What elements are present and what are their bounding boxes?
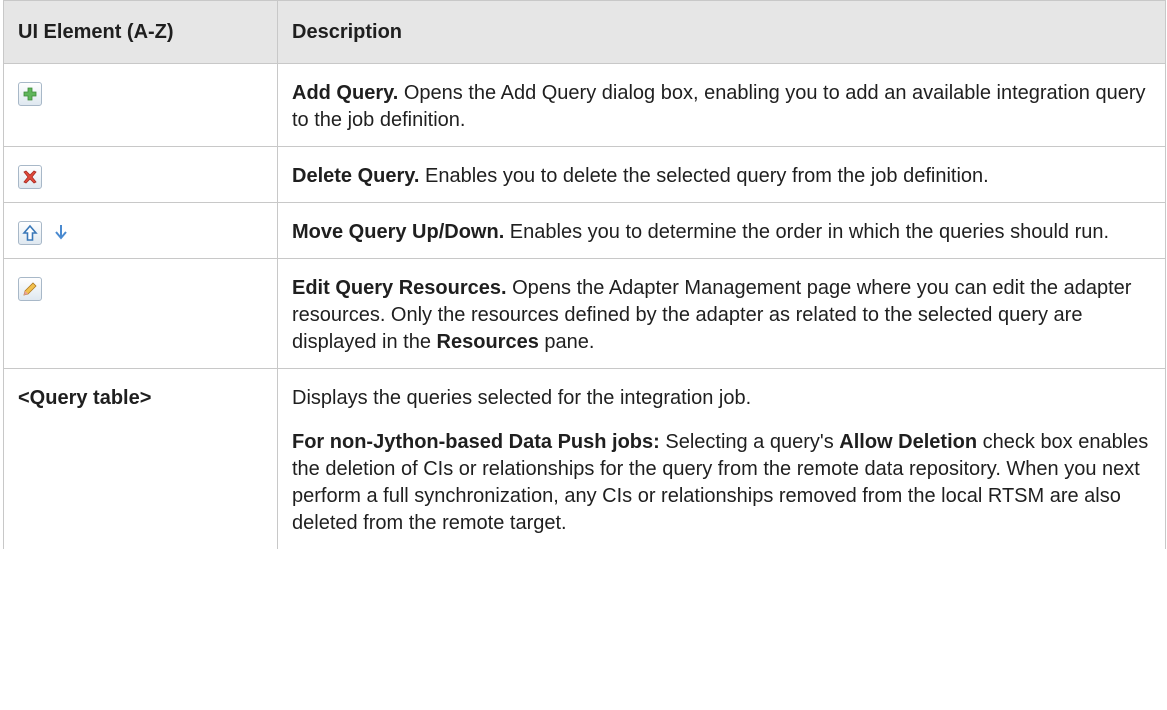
ui-element-cell bbox=[3, 258, 278, 369]
header-description: Description bbox=[277, 0, 1166, 64]
ui-elements-table: UI Element (A-Z) Description Add Query. … bbox=[3, 0, 1166, 549]
ui-element-cell bbox=[3, 146, 278, 203]
delete-icon bbox=[18, 165, 42, 189]
description-cell: Delete Query. Enables you to delete the … bbox=[277, 146, 1166, 203]
note-text: Selecting a query's bbox=[659, 431, 840, 453]
element-name: <Query table> bbox=[18, 387, 152, 409]
ui-element-cell bbox=[3, 63, 278, 147]
table-header-row: UI Element (A-Z) Description bbox=[3, 0, 1166, 64]
description-cell: Edit Query Resources. Opens the Adapter … bbox=[277, 258, 1166, 369]
edit-pencil-icon bbox=[18, 277, 42, 301]
element-name: Move Query Up/Down. bbox=[292, 221, 505, 243]
move-down-icon bbox=[50, 221, 72, 243]
description-text-end: pane. bbox=[538, 331, 595, 353]
table-row: <Query table> Displays the queries selec… bbox=[3, 368, 1166, 549]
description-text: Opens the Add Query dialog box, enabling… bbox=[292, 82, 1146, 131]
add-icon bbox=[18, 82, 42, 106]
element-name: Edit Query Resources. bbox=[292, 277, 507, 299]
description-cell: Move Query Up/Down. Enables you to deter… bbox=[277, 202, 1166, 259]
description-cell: Displays the queries selected for the in… bbox=[277, 368, 1166, 549]
description-text: Enables you to determine the order in wh… bbox=[504, 221, 1110, 243]
element-name: Delete Query. bbox=[292, 165, 420, 187]
description-paragraph: Displays the queries selected for the in… bbox=[292, 387, 752, 409]
description-paragraph: For non-Jython-based Data Push jobs: Sel… bbox=[292, 429, 1151, 537]
allow-deletion-label: Allow Deletion bbox=[839, 431, 978, 453]
resources-pane-name: Resources bbox=[436, 331, 539, 353]
header-ui-element: UI Element (A-Z) bbox=[3, 0, 278, 64]
description-text: Enables you to delete the selected query… bbox=[419, 165, 989, 187]
table-row: Delete Query. Enables you to delete the … bbox=[3, 146, 1166, 203]
table-row: Edit Query Resources. Opens the Adapter … bbox=[3, 258, 1166, 369]
note-label: For non-Jython-based Data Push jobs: bbox=[292, 431, 660, 453]
table-row: Move Query Up/Down. Enables you to deter… bbox=[3, 202, 1166, 259]
description-cell: Add Query. Opens the Add Query dialog bo… bbox=[277, 63, 1166, 147]
element-name: Add Query. bbox=[292, 82, 399, 104]
ui-element-cell bbox=[3, 202, 278, 259]
move-up-icon bbox=[18, 221, 42, 245]
ui-element-cell: <Query table> bbox=[3, 368, 278, 549]
table-row: Add Query. Opens the Add Query dialog bo… bbox=[3, 63, 1166, 147]
